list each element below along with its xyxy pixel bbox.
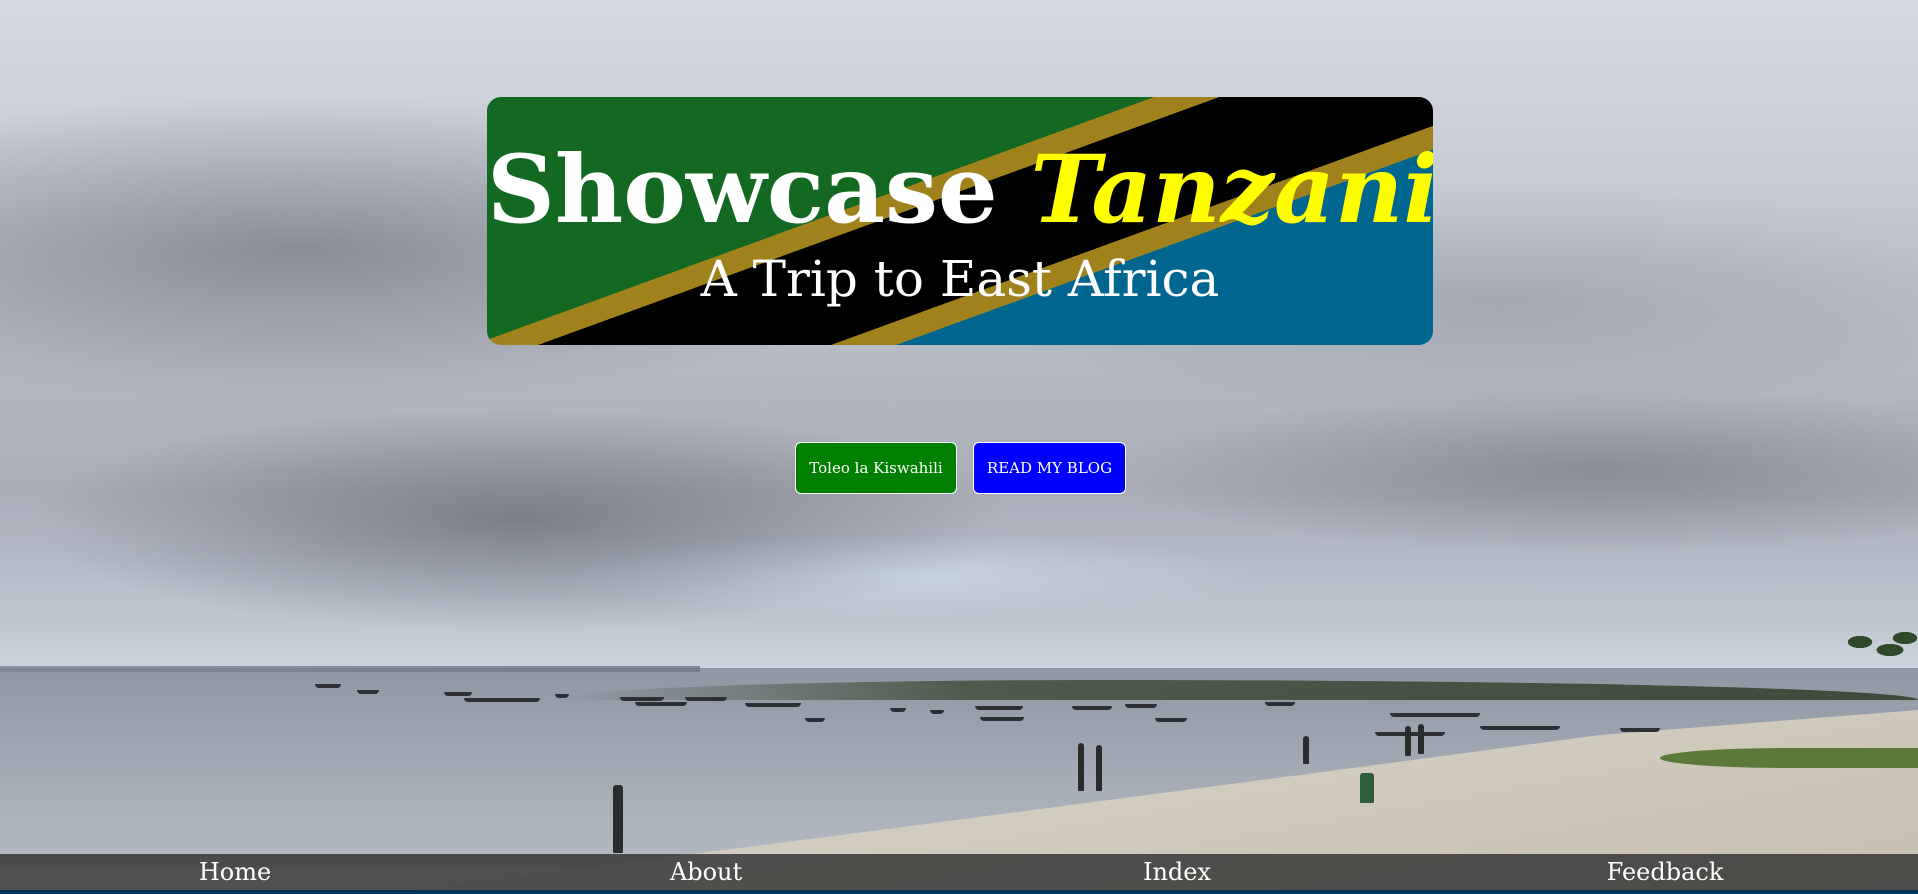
boat xyxy=(1390,713,1480,717)
boat xyxy=(315,684,341,688)
boat xyxy=(975,706,1023,710)
boat xyxy=(464,698,540,702)
boat xyxy=(745,703,801,707)
boat xyxy=(555,694,569,698)
boat xyxy=(930,710,944,714)
nav-feedback-link[interactable]: Feedback xyxy=(1553,854,1777,890)
page: Showcase Tanzania A Trip to East Africa … xyxy=(0,0,1918,894)
boat xyxy=(1072,706,1112,710)
boat xyxy=(685,697,727,701)
person xyxy=(1418,724,1424,754)
read-blog-button[interactable]: READ MY BLOG xyxy=(973,442,1126,494)
person xyxy=(1360,773,1374,803)
boat xyxy=(1480,726,1560,730)
boat xyxy=(805,718,825,722)
person xyxy=(1078,743,1084,791)
swahili-version-button[interactable]: Toleo la Kiswahili xyxy=(795,442,957,494)
boat xyxy=(444,692,472,696)
person xyxy=(1405,726,1411,756)
nav-home-link[interactable]: Home xyxy=(140,854,330,890)
site-banner: Showcase Tanzania A Trip to East Africa xyxy=(487,97,1433,345)
palm-trees xyxy=(1840,630,1918,710)
boat xyxy=(1265,702,1295,706)
beach-grass xyxy=(1660,748,1918,768)
person xyxy=(1303,736,1309,764)
boat xyxy=(357,690,379,694)
person xyxy=(1096,745,1102,791)
boat xyxy=(1125,704,1157,708)
boat xyxy=(1620,728,1660,732)
title-main: Showcase xyxy=(487,135,998,245)
page-title: Showcase Tanzania xyxy=(487,135,1433,245)
boat xyxy=(980,717,1024,721)
person xyxy=(613,785,623,853)
title-accent: Tanzania xyxy=(1030,135,1433,245)
boat xyxy=(620,697,664,701)
nav-index-link[interactable]: Index xyxy=(1082,854,1272,890)
boat xyxy=(635,702,687,706)
far-shore xyxy=(0,666,700,672)
bottom-nav: Home About Index Feedback xyxy=(0,854,1918,894)
nav-about-link[interactable]: About xyxy=(611,854,801,890)
boat xyxy=(890,708,906,712)
boat xyxy=(1155,718,1187,722)
page-subtitle: A Trip to East Africa xyxy=(700,250,1220,308)
